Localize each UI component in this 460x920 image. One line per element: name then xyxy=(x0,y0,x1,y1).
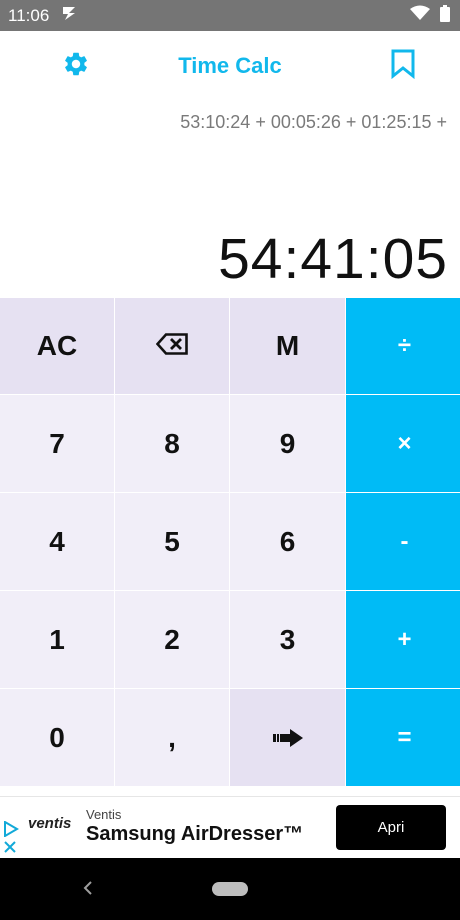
arrow-right-icon xyxy=(272,722,303,754)
ad-choices-icon[interactable] xyxy=(3,820,19,842)
status-time: 11:06 xyxy=(8,5,50,25)
home-button[interactable] xyxy=(212,882,248,896)
back-icon[interactable] xyxy=(82,880,94,901)
digit-2-button[interactable]: 2 xyxy=(115,591,229,688)
app-header: Time Calc xyxy=(0,31,460,101)
backspace-icon xyxy=(155,330,188,362)
clear-button[interactable]: AC xyxy=(0,298,114,394)
bookmark-icon xyxy=(390,49,416,84)
battery-icon xyxy=(440,4,450,27)
bookmark-button[interactable] xyxy=(383,46,423,86)
comma-button[interactable]: , xyxy=(115,689,229,786)
ad-logo: ventis xyxy=(28,815,72,832)
digit-6-button[interactable]: 6 xyxy=(230,493,345,590)
digit-3-button[interactable]: 3 xyxy=(230,591,345,688)
equals-button[interactable]: = xyxy=(346,689,460,786)
ad-cta-button[interactable]: Apri xyxy=(336,805,446,850)
settings-button[interactable] xyxy=(56,46,96,86)
result-display: 54:41:05 xyxy=(218,227,448,291)
close-icon[interactable] xyxy=(4,840,16,858)
status-bar: 11:06 xyxy=(0,0,460,31)
divide-button[interactable]: ÷ xyxy=(346,298,460,394)
keypad: AC M ÷ 7 8 9 × 4 5 6 - 1 2 3 + 0 , = xyxy=(0,298,460,786)
ad-brand: Ventis xyxy=(86,807,122,822)
gear-icon xyxy=(62,50,90,83)
notification-icon xyxy=(61,5,77,26)
digit-5-button[interactable]: 5 xyxy=(115,493,229,590)
ad-banner[interactable]: ventis Ventis Samsung AirDresser™ Apri xyxy=(0,796,460,858)
ad-product: Samsung AirDresser™ xyxy=(86,823,304,845)
digit-7-button[interactable]: 7 xyxy=(0,395,114,492)
digit-4-button[interactable]: 4 xyxy=(0,493,114,590)
enter-button[interactable] xyxy=(230,689,345,786)
wifi-icon xyxy=(410,5,430,26)
expression-display: 53:10:24 + 00:05:26 + 01:25:15 + xyxy=(180,112,447,132)
digit-1-button[interactable]: 1 xyxy=(0,591,114,688)
memory-button[interactable]: M xyxy=(230,298,345,394)
digit-8-button[interactable]: 8 xyxy=(115,395,229,492)
navigation-bar xyxy=(0,858,460,920)
multiply-button[interactable]: × xyxy=(346,395,460,492)
digit-0-button[interactable]: 0 xyxy=(0,689,114,786)
digit-9-button[interactable]: 9 xyxy=(230,395,345,492)
backspace-button[interactable] xyxy=(115,298,229,394)
minus-button[interactable]: - xyxy=(346,493,460,590)
plus-button[interactable]: + xyxy=(346,591,460,688)
